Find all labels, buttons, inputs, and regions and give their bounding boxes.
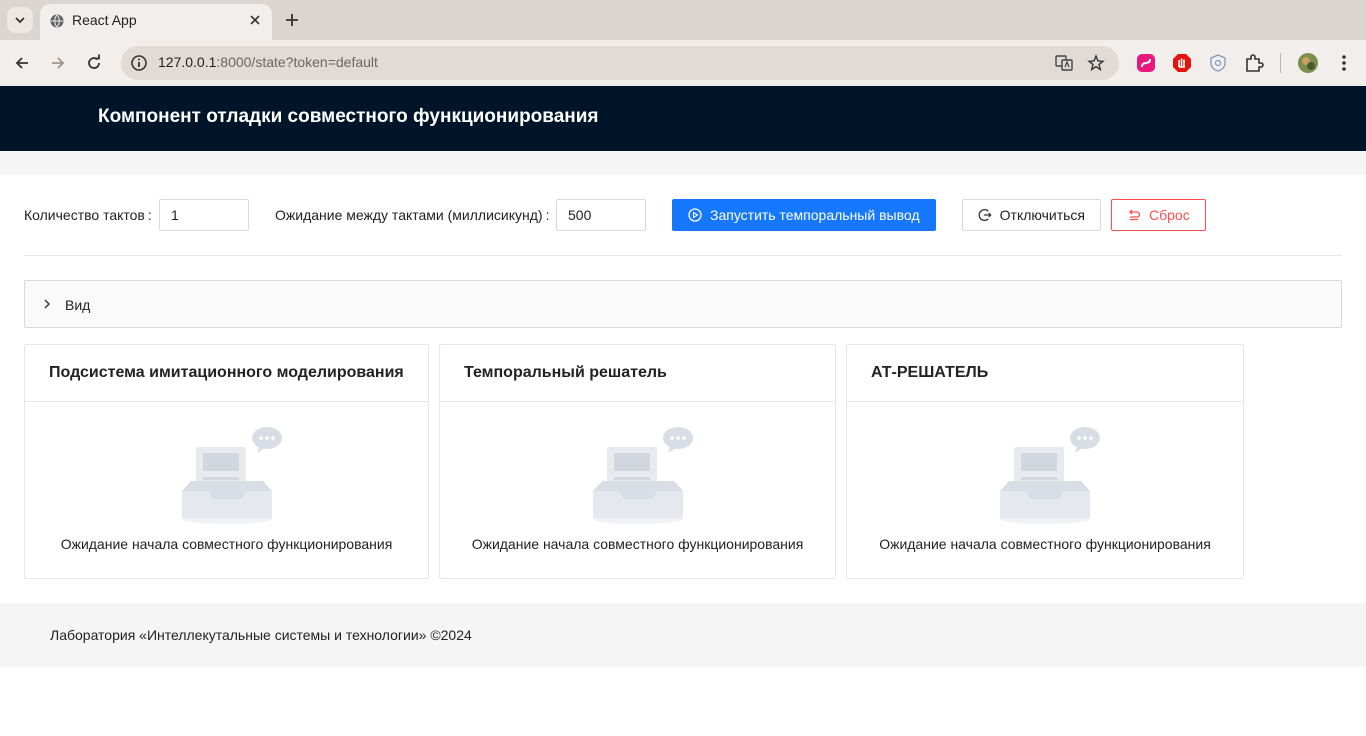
- url-path: :8000/state?token=default: [216, 54, 378, 70]
- card-header: Подсистема имитационного моделирования: [25, 345, 428, 402]
- browser-tab[interactable]: React App: [40, 4, 272, 40]
- wait-label-text: Ожидание между тактами (миллисикунд): [275, 207, 543, 223]
- chevron-down-icon: [15, 17, 25, 24]
- footer: Лаборатория «Интеллекутальные системы и …: [0, 603, 1366, 667]
- disconnect-button[interactable]: Отключиться: [962, 199, 1101, 231]
- view-collapse-label: Вид: [65, 297, 91, 313]
- disconnect-button-label: Отключиться: [999, 207, 1085, 223]
- wait-label: Ожидание между тактами (миллисикунд):: [275, 207, 550, 223]
- empty-inbox-icon: [593, 427, 693, 524]
- empty-state-text: Ожидание начала совместного функциониров…: [471, 536, 804, 552]
- reset-button-label: Сброс: [1149, 207, 1190, 223]
- card-header: Темпоральный решатель: [440, 345, 835, 402]
- header-spacer: [0, 151, 1366, 175]
- card-header: АТ-РЕШАТЕЛЬ: [847, 345, 1243, 402]
- reset-button[interactable]: Сброс: [1111, 199, 1206, 231]
- controls-row: Количество тактов: Ожидание между тактам…: [0, 175, 1366, 255]
- empty-state-text: Ожидание начала совместного функциониров…: [879, 536, 1211, 552]
- site-info-icon[interactable]: [130, 54, 148, 72]
- adblock-icon[interactable]: [1171, 52, 1193, 74]
- kebab-menu-icon[interactable]: [1333, 52, 1355, 74]
- url-text: 127.0.0.1:8000/state?token=default: [158, 54, 378, 70]
- reload-icon[interactable]: [84, 53, 104, 73]
- bookmark-star-icon[interactable]: [1087, 54, 1105, 72]
- ticks-label-text: Количество тактов: [24, 207, 145, 223]
- toolbar-separator: [1280, 53, 1281, 73]
- chevron-right-icon: [44, 299, 50, 309]
- logout-icon: [978, 209, 992, 221]
- rollback-icon: [1129, 209, 1141, 221]
- tab-title: React App: [72, 12, 137, 28]
- view-collapse-panel[interactable]: Вид: [24, 280, 1342, 328]
- divider: [24, 255, 1342, 256]
- browser-toolbar: 127.0.0.1:8000/state?token=default: [0, 40, 1366, 86]
- card-at-solver: АТ-РЕШАТЕЛЬ Ожидание начала совместного …: [846, 344, 1244, 579]
- url-host: 127.0.0.1: [158, 54, 217, 70]
- wait-input[interactable]: [556, 199, 646, 231]
- card-title: Темпоральный решатель: [464, 364, 667, 381]
- shield-icon[interactable]: [1207, 52, 1229, 74]
- close-icon[interactable]: [248, 13, 262, 27]
- globe-icon: [50, 14, 64, 28]
- empty-state-text: Ожидание начала совместного функциониров…: [60, 536, 393, 552]
- ticks-label: Количество тактов:: [24, 207, 152, 223]
- profile-avatar[interactable]: [1297, 52, 1319, 74]
- address-bar[interactable]: 127.0.0.1:8000/state?token=default: [121, 46, 1119, 80]
- run-temporal-inference-button[interactable]: Запустить темпоральный вывод: [672, 199, 936, 231]
- back-icon[interactable]: [12, 53, 32, 73]
- card-title: АТ-РЕШАТЕЛЬ: [871, 364, 989, 381]
- card-temporal-solver: Темпоральный решатель Ожидание начала со…: [439, 344, 836, 579]
- extensions-puzzle-icon[interactable]: [1243, 52, 1265, 74]
- browser-tabstrip: React App: [0, 0, 1366, 40]
- extension-pink-icon[interactable]: [1135, 52, 1157, 74]
- page-title: Компонент отладки совместного функционир…: [98, 106, 599, 127]
- footer-text: Лаборатория «Интеллекутальные системы и …: [50, 627, 472, 643]
- empty-inbox-icon: [1000, 427, 1100, 524]
- app-header: Компонент отладки совместного функционир…: [0, 86, 1366, 151]
- tab-search-button[interactable]: [7, 7, 33, 33]
- play-circle-icon: [688, 208, 702, 222]
- card-simulation-subsystem: Подсистема имитационного моделирования О…: [24, 344, 429, 579]
- run-button-label: Запустить темпоральный вывод: [710, 207, 920, 223]
- card-title: Подсистема имитационного моделирования: [49, 364, 404, 381]
- ticks-input[interactable]: [159, 199, 249, 231]
- empty-inbox-icon: [182, 427, 282, 524]
- forward-icon[interactable]: [48, 53, 68, 73]
- new-tab-icon[interactable]: [283, 11, 301, 29]
- translate-icon[interactable]: [1055, 54, 1073, 72]
